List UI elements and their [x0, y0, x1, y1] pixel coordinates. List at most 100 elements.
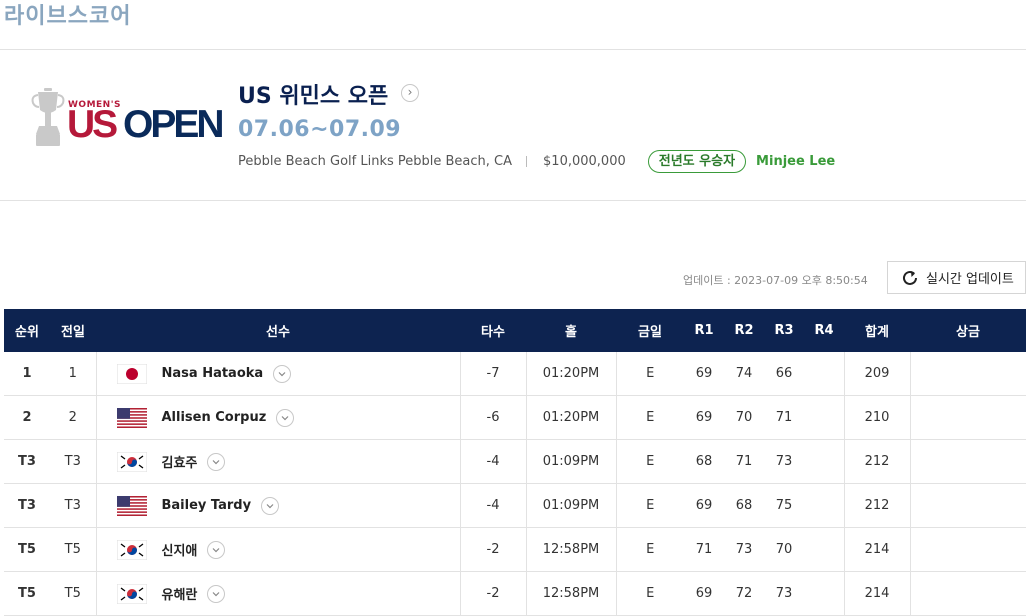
chevron-down-icon[interactable] — [207, 540, 226, 559]
cell-r4 — [804, 571, 844, 616]
table-row: 1 1 Nasa Hataoka -7 01:20PM E 69 74 66 209 — [4, 352, 1026, 396]
cell-rank: 1 — [4, 352, 50, 396]
kr-flag-icon — [116, 539, 147, 560]
col-r4: R4 — [804, 309, 844, 352]
chevron-down-icon[interactable] — [207, 584, 226, 603]
cell-r2: 68 — [724, 483, 764, 528]
cell-score: -2 — [460, 571, 526, 616]
cell-prev: T5 — [50, 527, 96, 572]
kr-flag-icon — [116, 451, 147, 472]
cell-prev: T5 — [50, 571, 96, 616]
cell-r4 — [804, 439, 844, 484]
cell-hole: 12:58PM — [525, 527, 617, 572]
col-r3: R3 — [764, 309, 804, 352]
cell-today: E — [616, 352, 684, 396]
cell-r1: 69 — [684, 483, 724, 528]
cell-r2: 74 — [724, 352, 764, 396]
cell-player: Nasa Hataoka — [95, 352, 461, 396]
live-update-button[interactable]: 실시간 업데이트 — [887, 261, 1026, 294]
chevron-right-icon[interactable]: › — [401, 84, 419, 102]
cell-player: Bailey Tardy — [95, 483, 461, 528]
col-prize: 상금 — [910, 309, 1026, 352]
cell-today: E — [616, 527, 684, 572]
jp-flag-icon — [116, 363, 147, 384]
cell-player: Allisen Corpuz — [95, 395, 461, 440]
cell-score: -4 — [460, 439, 526, 484]
cell-prev: T3 — [50, 439, 96, 484]
us-flag-icon — [116, 407, 147, 428]
divider — [0, 49, 1026, 50]
cell-today: E — [616, 439, 684, 484]
cell-hole: 01:20PM — [525, 395, 617, 440]
cell-r3: 66 — [764, 352, 804, 396]
col-r2: R2 — [724, 309, 764, 352]
cell-total: 214 — [843, 527, 911, 572]
cell-r3: 75 — [764, 483, 804, 528]
cell-r2: 70 — [724, 395, 764, 440]
col-total: 합계 — [844, 309, 910, 352]
cell-rank: T3 — [4, 483, 50, 528]
champion-badge: 전년도 우승자 — [647, 150, 747, 173]
cell-r4 — [804, 483, 844, 528]
cell-player: 유해란 — [95, 571, 461, 616]
cell-r1: 69 — [684, 395, 724, 440]
update-timestamp: 업데이트 : 2023-07-09 오후 8:50:54 — [683, 274, 868, 287]
cell-prev: T3 — [50, 483, 96, 528]
cell-r2: 72 — [724, 571, 764, 616]
logo-open-text: OPEN — [123, 103, 225, 146]
player-name[interactable]: 신지애 — [162, 540, 198, 559]
cell-rank: T5 — [4, 527, 50, 572]
chevron-down-icon[interactable] — [273, 364, 292, 383]
chevron-down-icon[interactable] — [261, 496, 280, 515]
page-title: 라이브스코어 — [4, 4, 132, 29]
cell-r3: 73 — [764, 571, 804, 616]
trophy-icon — [31, 88, 65, 146]
tournament-name[interactable]: US 위민스 오픈 — [238, 78, 388, 110]
cell-r4 — [804, 352, 844, 396]
chevron-down-icon[interactable] — [276, 408, 295, 427]
chevron-down-icon[interactable] — [207, 452, 226, 471]
cell-total: 209 — [843, 352, 911, 396]
cell-today: E — [616, 483, 684, 528]
cell-prize — [910, 395, 1026, 440]
table-row: T3 T3 Bailey Tardy -4 01:09PM E 69 68 75 212 — [4, 483, 1026, 528]
cell-prize — [910, 527, 1026, 572]
cell-r2: 73 — [724, 527, 764, 572]
cell-total: 214 — [843, 571, 911, 616]
cell-rank: 2 — [4, 395, 50, 440]
cell-r1: 69 — [684, 352, 724, 396]
cell-r1: 68 — [684, 439, 724, 484]
player-name[interactable]: 김효주 — [162, 452, 198, 471]
col-prev: 전일 — [50, 309, 96, 352]
table-row: T5 T5 신지애 -2 12:58PM E 71 73 70 214 — [4, 527, 1026, 572]
cell-prize — [910, 483, 1026, 528]
cell-r4 — [804, 395, 844, 440]
player-name[interactable]: 유해란 — [162, 584, 198, 603]
us-flag-icon — [116, 495, 147, 516]
cell-hole: 12:58PM — [525, 571, 617, 616]
cell-prize — [910, 571, 1026, 616]
tournament-info: Pebble Beach Golf Links Pebble Beach, CA… — [238, 150, 835, 173]
cell-total: 212 — [843, 439, 911, 484]
cell-r3: 70 — [764, 527, 804, 572]
player-name[interactable]: Allisen Corpuz — [162, 410, 267, 425]
player-name[interactable]: Nasa Hataoka — [162, 366, 264, 381]
table-row: T3 T3 김효주 -4 01:09PM E 68 71 73 212 — [4, 439, 1026, 484]
tournament-logo: WOMEN'S US OPEN — [30, 88, 225, 150]
cell-total: 210 — [843, 395, 911, 440]
cell-prev: 1 — [50, 352, 96, 396]
cell-rank: T3 — [4, 439, 50, 484]
cell-r3: 73 — [764, 439, 804, 484]
player-name[interactable]: Bailey Tardy — [162, 498, 252, 513]
col-hole: 홀 — [526, 309, 616, 352]
cell-hole: 01:20PM — [525, 352, 617, 396]
tournament-venue: Pebble Beach Golf Links Pebble Beach, CA — [238, 154, 513, 169]
cell-player: 신지애 — [95, 527, 461, 572]
cell-hole: 01:09PM — [525, 483, 617, 528]
cell-r2: 71 — [724, 439, 764, 484]
col-r1: R1 — [684, 309, 724, 352]
refresh-icon — [903, 270, 917, 285]
cell-score: -2 — [460, 527, 526, 572]
cell-prev: 2 — [50, 395, 96, 440]
tournament-dates: 07.06~07.09 — [238, 117, 402, 142]
